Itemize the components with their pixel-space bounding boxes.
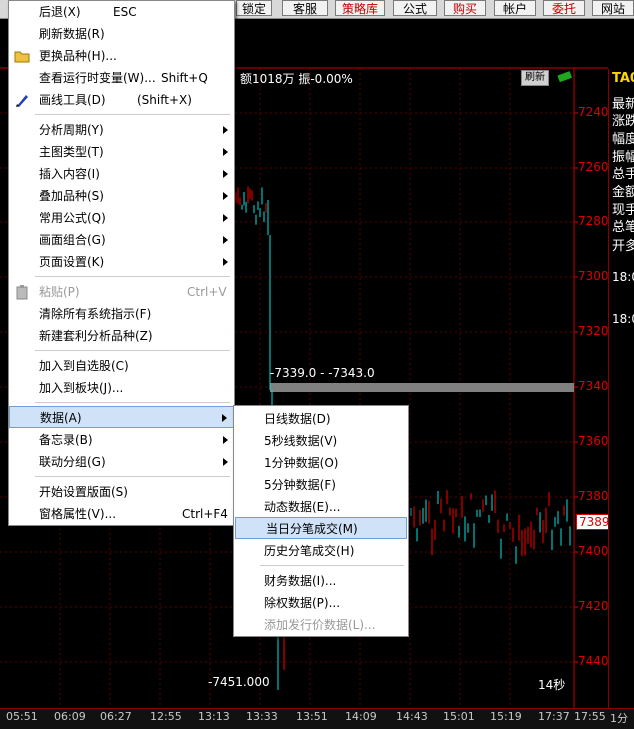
- time-axis-label: 15:01: [443, 710, 475, 723]
- menu-item-add-watchlist[interactable]: 加入到自选股(C): [9, 355, 234, 377]
- menu-item-refresh-data[interactable]: 刷新数据(R): [9, 23, 234, 45]
- price-axis-label: 7400: [578, 544, 609, 558]
- field-label: 金额: [612, 185, 634, 200]
- submenu-arrow-icon: [223, 436, 228, 444]
- signal-icon: [557, 70, 573, 83]
- time-axis-label: 06:09: [54, 710, 86, 723]
- menu-item-back[interactable]: 后退(X) ESC: [9, 1, 234, 23]
- field-label: 总手: [612, 167, 634, 182]
- menu-item-start-layout[interactable]: 开始设置版面(S): [9, 481, 234, 503]
- time-axis-label: 05:51: [6, 710, 38, 723]
- submenu-arrow-icon: [223, 458, 228, 466]
- time-axis-label: 14:09: [345, 710, 377, 723]
- tick-time: 18:0: [612, 270, 634, 284]
- submenu-item-intraday-ticks[interactable]: 当日分笔成交(M): [235, 517, 407, 539]
- price-axis-label: 7360: [578, 434, 609, 448]
- submenu-arrow-icon: [223, 126, 228, 134]
- menu-item-add-to-sector[interactable]: 加入到板块(J)...: [9, 377, 234, 399]
- menu-item-change-symbol[interactable]: 更换品种(H)...: [9, 45, 234, 67]
- range-label: -7339.0 - -7343.0: [270, 366, 375, 380]
- menu-item-insert-content[interactable]: 插入内容(I): [9, 163, 234, 185]
- menu-item-main-chart-type[interactable]: 主图类型(T): [9, 141, 234, 163]
- time-axis-label: 13:33: [246, 710, 278, 723]
- menu-item-layout-combo[interactable]: 画面组合(G): [9, 229, 234, 251]
- submenu-item-dynamic-data[interactable]: 动态数据(E)...: [234, 496, 408, 518]
- menu-item-common-formulas[interactable]: 常用公式(Q): [9, 207, 234, 229]
- price-axis-label: 7380: [578, 489, 609, 503]
- price-axis-label: 7340: [578, 379, 609, 393]
- menu-item-data[interactable]: 数据(A): [9, 406, 234, 428]
- submenu-item-1min-data[interactable]: 1分钟数据(O): [234, 452, 408, 474]
- refresh-button[interactable]: 刷新: [521, 70, 549, 86]
- submenu-arrow-icon: [222, 414, 227, 422]
- time-axis-label: 13:13: [198, 710, 230, 723]
- field-label: 涨跌: [612, 114, 634, 129]
- price-axis-label: 7320: [578, 324, 609, 338]
- price-axis-label: 7240: [578, 105, 609, 119]
- submenu-item-history-ticks[interactable]: 历史分笔成交(H): [234, 540, 408, 562]
- menu-item-new-arbitrage[interactable]: 新建套利分析品种(Z): [9, 325, 234, 347]
- time-axis-label: 17:55: [574, 710, 606, 723]
- submenu-item-exright-data[interactable]: 除权数据(P)...: [234, 592, 408, 614]
- folder-icon: [14, 48, 30, 64]
- field-label: 幅度: [612, 132, 634, 147]
- symbol-code: TA0: [612, 71, 634, 86]
- tick-time: 18:0: [612, 312, 634, 326]
- time-axis-label: 15:19: [490, 710, 522, 723]
- interval-label: 14秒: [538, 678, 566, 692]
- clipboard-icon: [14, 284, 30, 300]
- submenu-arrow-icon: [223, 192, 228, 200]
- menu-item-analysis-period[interactable]: 分析周期(Y): [9, 119, 234, 141]
- submenu-arrow-icon: [223, 258, 228, 266]
- price-axis-label: 7280: [578, 214, 609, 228]
- time-axis-label: 13:51: [296, 710, 328, 723]
- submenu-item-5sec-data[interactable]: 5秒线数据(V): [234, 430, 408, 452]
- time-axis-label: 17:37: [538, 710, 570, 723]
- submenu-item-financial-data[interactable]: 财务数据(I)...: [234, 570, 408, 592]
- menu-item-pane-properties[interactable]: 窗格属性(V)... Ctrl+F4: [9, 503, 234, 525]
- menu-item-memo[interactable]: 备忘录(B): [9, 429, 234, 451]
- context-menu: 后退(X) ESC 刷新数据(R) 更换品种(H)... 查看运行时变量(W)..…: [8, 0, 235, 526]
- time-axis-label: 1分: [610, 712, 628, 725]
- quote-detail-panel: TA0 最新 涨跌 幅度 振幅 总手 金额 现手 总笔 开多 18:0 18:0: [608, 69, 634, 709]
- menu-item-page-setup[interactable]: 页面设置(K): [9, 251, 234, 273]
- time-axis-label: 06:27: [100, 710, 132, 723]
- data-submenu: 日线数据(D) 5秒线数据(V) 1分钟数据(O) 5分钟数据(F) 动态数据(…: [233, 405, 409, 637]
- menu-item-overlay-symbol[interactable]: 叠加品种(S): [9, 185, 234, 207]
- low-price-label: -7451.000: [208, 675, 270, 689]
- menu-item-paste[interactable]: 粘贴(P) Ctrl+V: [9, 281, 234, 303]
- price-range-band: [270, 383, 574, 392]
- price-axis-label: 7440: [578, 654, 609, 668]
- menu-item-drawing-tools[interactable]: 画线工具(D) (Shift+X): [9, 89, 234, 111]
- menu-item-link-group[interactable]: 联动分组(G): [9, 451, 234, 473]
- menu-item-runtime-variables[interactable]: 查看运行时变量(W)... Shift+Q: [9, 67, 234, 89]
- time-axis-label: 12:55: [150, 710, 182, 723]
- field-label: 总笔: [612, 220, 634, 235]
- menu-item-clear-indicators[interactable]: 清除所有系统指示(F): [9, 303, 234, 325]
- price-axis-label: 7300: [578, 269, 609, 283]
- quote-info-line: 额1018万 振-0.00%: [240, 72, 353, 86]
- submenu-item-5min-data[interactable]: 5分钟数据(F): [234, 474, 408, 496]
- time-axis-label: 14:43: [396, 710, 428, 723]
- submenu-arrow-icon: [223, 148, 228, 156]
- pen-icon: [14, 92, 30, 108]
- field-label: 开多: [612, 239, 634, 254]
- submenu-arrow-icon: [223, 236, 228, 244]
- price-axis-label: 7260: [578, 160, 609, 174]
- submenu-arrow-icon: [223, 170, 228, 178]
- submenu-item-daily-data[interactable]: 日线数据(D): [234, 408, 408, 430]
- submenu-item-add-issue-price[interactable]: 添加发行价数据(L)...: [234, 614, 408, 636]
- submenu-arrow-icon: [223, 214, 228, 222]
- price-axis-label: 7420: [578, 599, 609, 613]
